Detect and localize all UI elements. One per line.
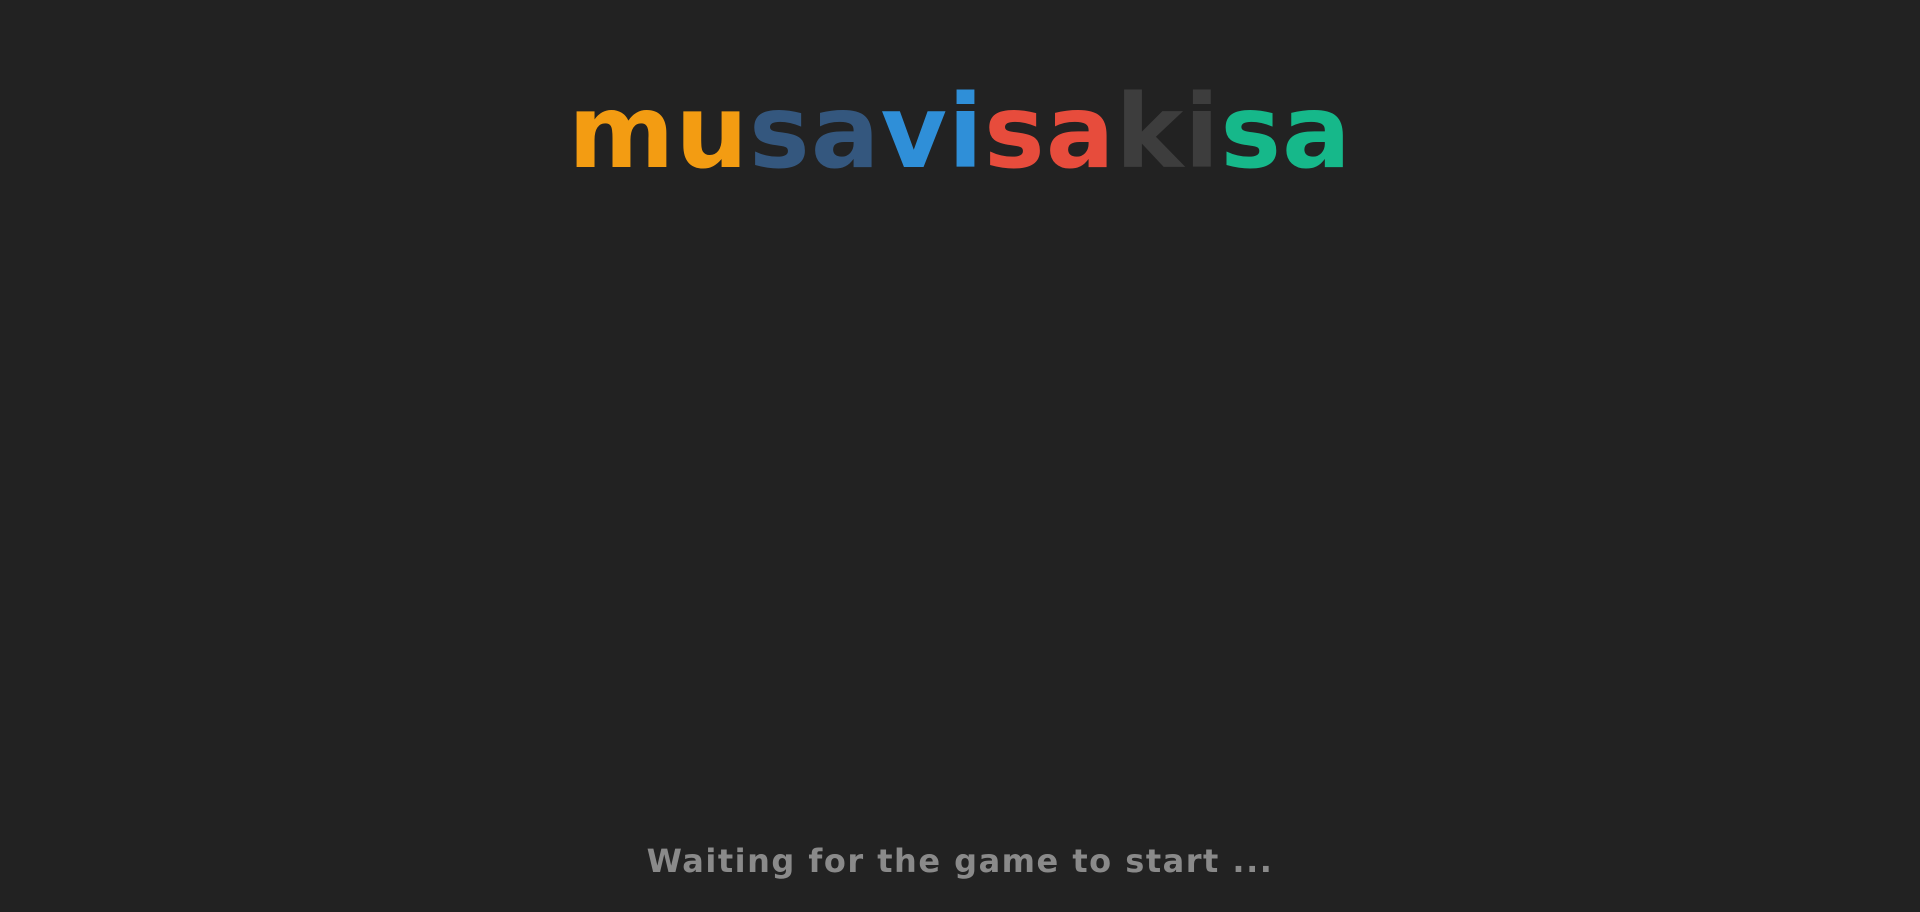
logo-segment-sa: sa — [984, 73, 1116, 192]
logo-segment-sa: sa — [749, 73, 881, 192]
logo-segment-sa: sa — [1220, 73, 1352, 192]
logo-segment-ki: ki — [1115, 73, 1221, 192]
app-logo: musavisakisa — [0, 78, 1920, 188]
game-screen: musavisakisa Waiting for the game to sta… — [0, 0, 1920, 912]
logo-segment-vi: vi — [880, 73, 984, 192]
waiting-status-text: Waiting for the game to start ... — [646, 842, 1274, 880]
logo-segment-mu: mu — [568, 73, 749, 192]
